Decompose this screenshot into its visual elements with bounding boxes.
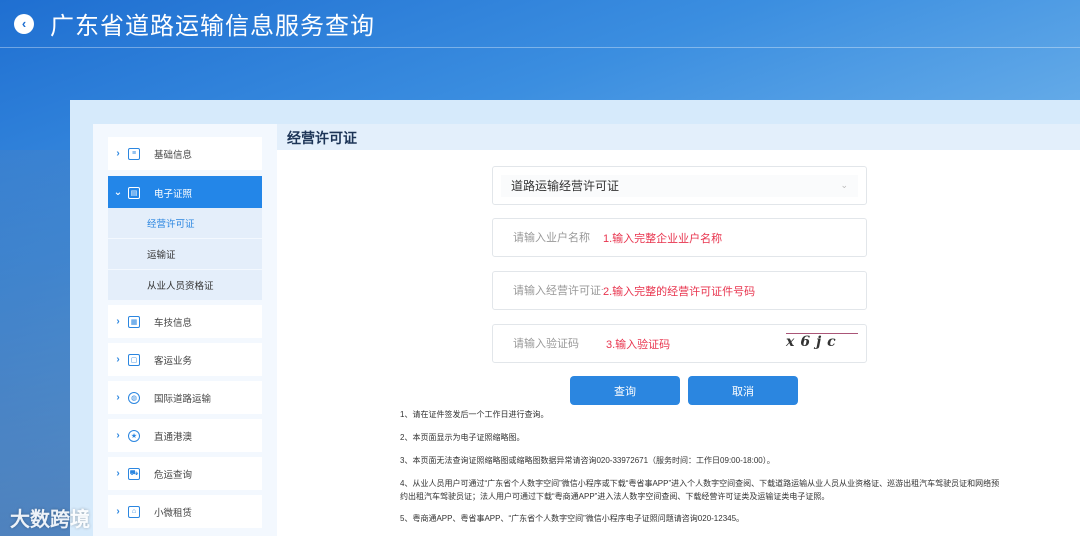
note-4: 4、从业人员用户可通过“广东省个人数字空间”微信小程序或下载“粤省事APP”进入… xyxy=(400,479,1000,501)
sidebar-item-label: 基础信息 xyxy=(154,149,193,161)
license-number-input[interactable] xyxy=(493,272,603,309)
sidebar-item-label: 国际道路运输 xyxy=(154,393,212,405)
sidebar-item-label: 电子证照 xyxy=(154,188,193,200)
globe-icon: ◍ xyxy=(128,391,140,404)
business-name-hint: 1.输入完整企业业户名称 xyxy=(603,232,723,245)
sidebar-item-hazmat[interactable]: › ⛟ 危运查询 xyxy=(108,457,262,490)
id-card-icon: ▤ xyxy=(128,186,140,199)
sidebar-item-label: 客运业务 xyxy=(154,355,193,367)
sidebar-item-international[interactable]: › ◍ 国际道路运输 xyxy=(108,381,262,414)
star-circle-icon: ★ xyxy=(128,429,140,442)
captcha-image[interactable]: x6jc xyxy=(786,333,858,355)
vehicle-tech-icon: ▦ xyxy=(128,315,140,328)
sidebar-item-label: 直通港澳 xyxy=(154,431,193,443)
app-header: ‹ 广东省道路运输信息服务查询 xyxy=(0,0,1080,48)
chevron-left-icon: ‹ xyxy=(21,16,27,31)
sidebar-subitem-transport-cert[interactable]: 运输证 xyxy=(108,239,262,269)
content-title: 经营许可证 xyxy=(277,124,1080,150)
license-number-hint: 2.输入完整的经营许可证件号码 xyxy=(603,285,756,298)
sidebar-subitem-business-license[interactable]: 经营许可证 xyxy=(108,208,262,238)
document-icon: ≡ xyxy=(128,147,140,160)
sidebar-subitem-qualification-cert[interactable]: 从业人员资格证 xyxy=(108,270,262,300)
chevron-right-icon: › xyxy=(116,506,120,517)
cancel-button[interactable]: 取消 xyxy=(688,376,798,405)
chevron-right-icon: › xyxy=(116,468,120,479)
business-name-input[interactable] xyxy=(493,219,603,256)
back-button[interactable]: ‹ xyxy=(14,13,34,34)
truck-icon: ⛟ xyxy=(128,467,140,480)
captcha-input[interactable] xyxy=(493,325,606,362)
note-1: 1、请在证件签发后一个工作日进行查询。 xyxy=(400,410,549,419)
chevron-right-icon: › xyxy=(116,354,120,365)
chevron-right-icon: › xyxy=(116,316,120,327)
license-number-field[interactable]: 2.输入完整的经营许可证件号码 xyxy=(492,271,867,310)
select-value: 道路运输经营许可证 xyxy=(511,179,620,193)
chevron-right-icon: › xyxy=(116,148,120,159)
chevron-right-icon: › xyxy=(116,430,120,441)
sidebar-item-hk-macau[interactable]: › ★ 直通港澳 xyxy=(108,419,262,452)
captcha-hint: 3.输入验证码 xyxy=(606,338,671,351)
sidebar-item-e-license[interactable]: ⌄ ▤ 电子证照 xyxy=(108,176,262,209)
bus-icon: ▢ xyxy=(128,353,140,366)
sidebar-item-vehicle-tech[interactable]: › ▦ 车技信息 xyxy=(108,305,262,338)
rental-icon: ⌂ xyxy=(128,505,140,518)
sidebar-item-passenger[interactable]: › ▢ 客运业务 xyxy=(108,343,262,376)
sidebar-item-label: 小微租赁 xyxy=(154,507,193,519)
license-type-select[interactable]: 道路运输经营许可证 ⌄ xyxy=(492,166,867,205)
sidebar-item-rental[interactable]: › ⌂ 小微租赁 xyxy=(108,495,262,528)
chevron-down-icon: ⌄ xyxy=(840,180,848,190)
sidebar-item-label: 危运查询 xyxy=(154,469,193,481)
chevron-right-icon: › xyxy=(116,392,120,403)
note-3: 3、本页面无法查询证照缩略图或缩略图数据异常请咨询020-33972671（服务… xyxy=(400,456,775,465)
sidebar-item-label: 车技信息 xyxy=(154,317,193,329)
business-name-field[interactable]: 1.输入完整企业业户名称 xyxy=(492,218,867,257)
chevron-down-icon: ⌄ xyxy=(113,187,123,198)
watermark-logo: 大数跨境 xyxy=(10,509,90,531)
sidebar-item-basic-info[interactable]: › ≡ 基础信息 xyxy=(108,137,262,170)
note-2: 2、本页面显示为电子证照缩略图。 xyxy=(400,433,525,442)
page-title: 广东省道路运输信息服务查询 xyxy=(50,13,375,40)
captcha-field[interactable]: 3.输入验证码 x6jc xyxy=(492,324,867,363)
note-5: 5、粤商通APP、粤省事APP、“广东省个人数字空间”微信小程序电子证照问题请咨… xyxy=(400,514,745,523)
background-skyline xyxy=(0,150,70,536)
query-button[interactable]: 查询 xyxy=(570,376,680,405)
